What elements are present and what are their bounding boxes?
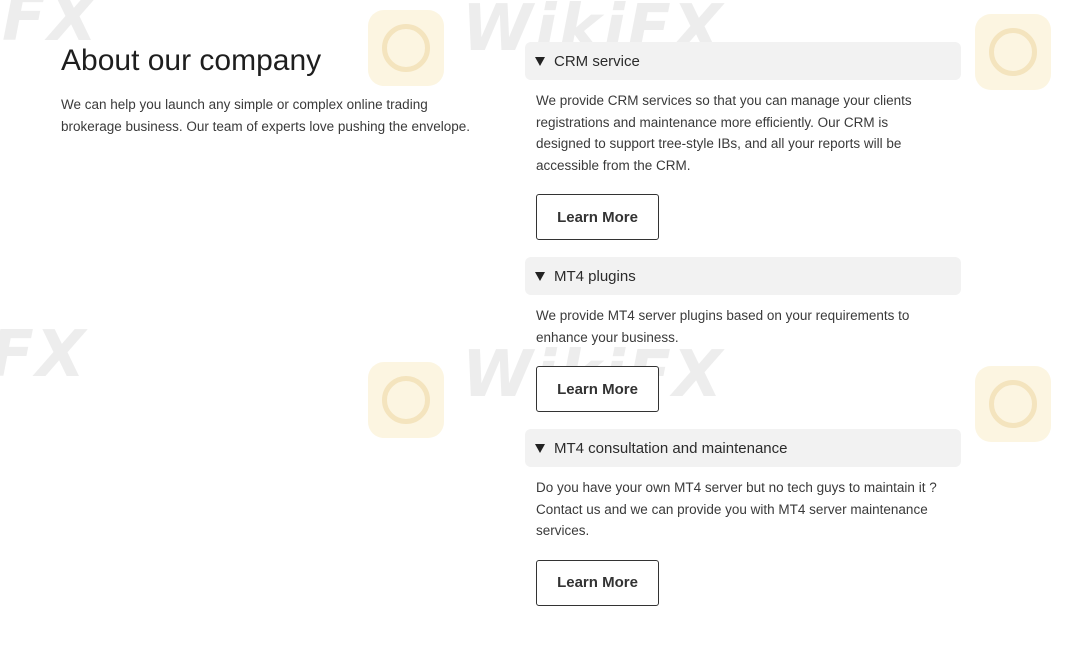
page-title: About our company [61,44,322,77]
watermark-logo-icon [368,362,444,438]
accordion-item-mt4-consultation: MT4 consultation and maintenance Do you … [525,429,961,606]
page: FX WikiFX FX WikiFX About our company We… [0,0,1090,660]
learn-more-button[interactable]: Learn More [536,194,659,240]
caret-down-icon [535,443,545,453]
accordion-description: We provide CRM services so that you can … [536,93,912,173]
accordion-description: We provide MT4 server plugins based on y… [536,308,910,345]
about-intro-text: We can help you launch any simple or com… [61,97,470,134]
services-accordion: CRM service We provide CRM services so t… [525,42,961,623]
caret-down-icon [535,271,545,281]
accordion-header-mt4-consultation[interactable]: MT4 consultation and maintenance [525,429,961,467]
accordion-item-mt4-plugins: MT4 plugins We provide MT4 server plugin… [525,257,961,412]
accordion-title: MT4 plugins [554,267,636,285]
watermark-text: FX [0,318,88,392]
learn-more-button[interactable]: Learn More [536,366,659,412]
accordion-header-mt4-plugins[interactable]: MT4 plugins [525,257,961,295]
accordion-description: Do you have your own MT4 server but no t… [536,480,937,538]
watermark-logo-icon [975,14,1051,90]
learn-more-button[interactable]: Learn More [536,559,659,606]
accordion-title: CRM service [554,52,640,70]
accordion-header-crm-service[interactable]: CRM service [525,42,961,80]
accordion-item-crm-service: CRM service We provide CRM services so t… [525,42,961,240]
caret-down-icon [535,56,545,66]
about-section: About our company We can help you launch… [61,42,491,137]
accordion-title: MT4 consultation and maintenance [554,439,788,457]
watermark-logo-icon [975,366,1051,442]
